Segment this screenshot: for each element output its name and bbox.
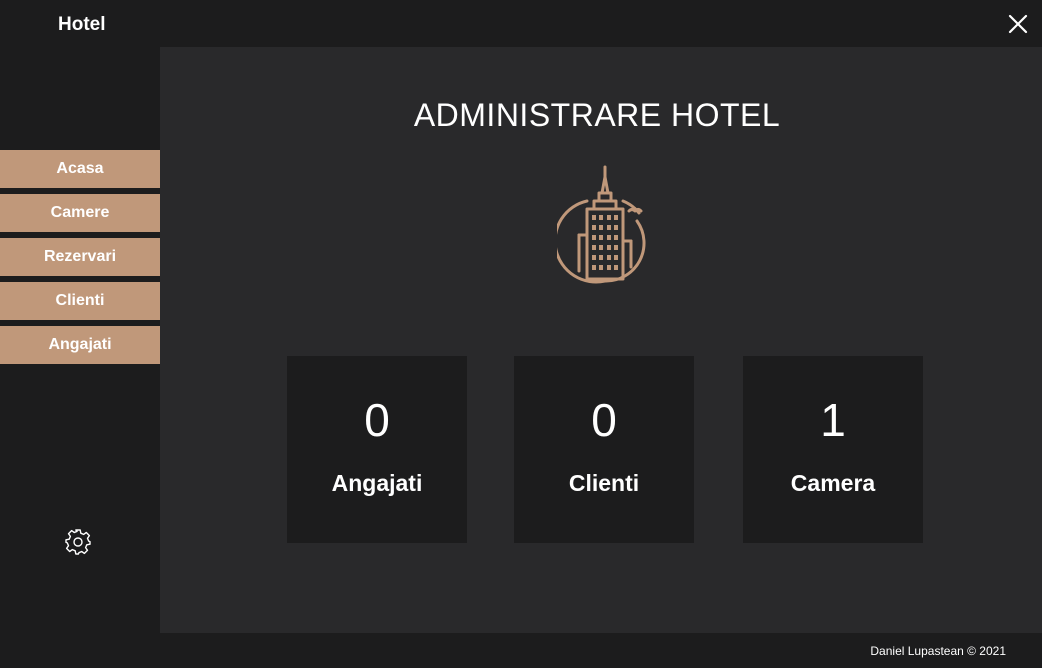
sidebar-item-clienti[interactable]: Clienti xyxy=(0,282,160,320)
app-window: Hotel Acasa Camere Rezervari Clienti Ang… xyxy=(0,0,1042,668)
stat-label: Clienti xyxy=(568,470,640,496)
sidebar-item-angajati[interactable]: Angajati xyxy=(0,326,160,364)
stat-card-camera: 1 Camera xyxy=(743,356,923,543)
stat-card-angajati: 0 Angajati xyxy=(287,356,467,543)
sidebar-nav: Acasa Camere Rezervari Clienti Angajati xyxy=(0,150,160,370)
gear-icon[interactable] xyxy=(63,527,93,557)
footer-credit: Daniel Lupastean © 2021 xyxy=(870,644,1006,658)
stat-label: Angajati xyxy=(331,470,423,496)
sidebar-item-acasa[interactable]: Acasa xyxy=(0,150,160,188)
stat-label: Camera xyxy=(790,470,876,496)
building-icon xyxy=(553,165,653,285)
sidebar-item-rezervari[interactable]: Rezervari xyxy=(0,238,160,276)
close-icon[interactable] xyxy=(1006,12,1030,36)
page-title: ADMINISTRARE HOTEL xyxy=(413,97,781,133)
stat-value: 0 xyxy=(591,394,617,446)
stat-value: 1 xyxy=(820,394,846,446)
main-panel: ADMINISTRARE HOTEL 0 Angajati 0 Clienti … xyxy=(160,47,1042,633)
stat-card-clienti: 0 Clienti xyxy=(514,356,694,543)
app-title: Hotel xyxy=(58,14,106,35)
stat-value: 0 xyxy=(364,394,390,446)
sidebar-item-camere[interactable]: Camere xyxy=(0,194,160,232)
